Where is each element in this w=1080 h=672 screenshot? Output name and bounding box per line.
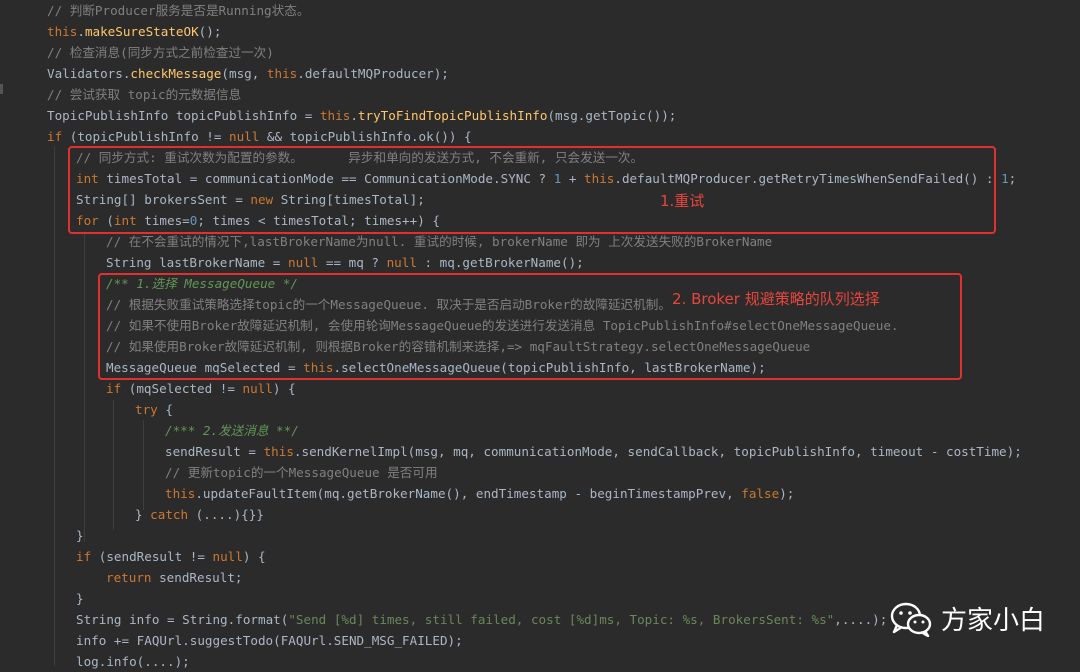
code-line: String lastBrokerName = null == mq ? nul… [106, 252, 584, 273]
punct: . [77, 24, 85, 39]
kw-this: this [165, 486, 196, 501]
code-text: .sendKernelImpl(msg, mq, communicationMo… [293, 444, 1022, 459]
code-text: (FAQUrl.SEND_MSG_FAILED); [273, 633, 463, 648]
wechat-icon [890, 602, 932, 637]
code-text: ; [1008, 171, 1017, 186]
code-text: .updateFaultItem(mq.getBrokerName(), end… [195, 486, 742, 501]
punct: (); [198, 24, 222, 39]
broker-strategy-annotation: 2. Broker 规避策略的队列选择 [672, 290, 880, 308]
code-line: // 判断Producer服务是否是Running状态。 [47, 0, 309, 21]
code-text: (msg, [221, 66, 267, 81]
code-comment: // 尝试获取 topic的元数据信息 [47, 87, 242, 102]
retry-highlight-box [68, 146, 996, 234]
code-line: if (mqSelected != null) { [106, 378, 296, 399]
code-text: Validators. [47, 66, 131, 81]
code-text: log.info(....); [76, 654, 190, 669]
code-text: == mq ? [318, 255, 387, 270]
kw-null: null [242, 381, 273, 396]
indent-guide [113, 400, 114, 530]
method-name: checkMessage [130, 66, 222, 81]
code-text: (topicPublishInfo != [62, 129, 229, 144]
method-name: format [235, 612, 281, 627]
kw-if: if [106, 381, 122, 396]
code-text: && topicPublishInfo.ok()) { [259, 129, 472, 144]
kw-if: if [76, 549, 92, 564]
code-text: (mqSelected != [121, 381, 243, 396]
code-line: if (sendResult != null) { [76, 546, 266, 567]
number-literal: 1 [1001, 171, 1009, 186]
kw-null: null [228, 129, 260, 144]
watermark-text: 方家小白 [941, 606, 1046, 636]
method-name: suggestTodo [189, 633, 274, 648]
code-text: } [76, 528, 84, 543]
code-line: } catch (....){}} [135, 504, 264, 525]
indent-guide [84, 232, 85, 542]
code-text: ,....); [834, 612, 888, 627]
code-line: } [76, 588, 84, 609]
kw-catch: catch [150, 507, 189, 522]
code-line: // 尝试获取 topic的元数据信息 [47, 84, 241, 105]
code-line: this.updateFaultItem(mq.getBrokerName(),… [165, 483, 794, 504]
code-line: try { [135, 399, 173, 420]
code-comment: // 判断Producer服务是否是Running状态。 [47, 3, 310, 18]
code-line: } [76, 525, 84, 546]
retry-annotation: 1.重试 [660, 192, 705, 210]
method-name: makeSureStateOK [84, 24, 199, 39]
code-text: : mq.getBrokerName(); [416, 255, 584, 270]
code-line: info += FAQUrl.suggestTodo(FAQUrl.SEND_M… [76, 630, 463, 651]
code-text: sendResult; [151, 570, 243, 585]
code-line: this.makeSureStateOK(); [47, 21, 221, 42]
code-text: } [76, 591, 84, 606]
code-text: info += FAQUrl. [76, 633, 190, 648]
code-line: // 检查消息(同步方式之前检查过一次) [47, 42, 274, 63]
watermark: 方家小白 [889, 600, 1045, 637]
code-line: // 更新topic的一个MessageQueue 是否可用 [165, 462, 438, 483]
code-line: /*** 2.发送消息 **/ [165, 420, 299, 441]
indent-guide [54, 146, 55, 666]
code-text: { [157, 402, 173, 417]
code-comment: // 更新topic的一个MessageQueue 是否可用 [165, 465, 438, 480]
code-text: ) { [242, 549, 266, 564]
kw-null: null [386, 255, 417, 270]
kw-null: null [287, 255, 319, 270]
kw-return: return [106, 570, 152, 585]
code-text: (sendResult != [91, 549, 213, 564]
method-name: tryToFindTopicPublishInfo [357, 108, 548, 123]
code-text: String lastBrokerName = [106, 255, 288, 270]
kw-null: null [212, 549, 243, 564]
code-line: log.info(....); [76, 651, 190, 672]
kw-false: false [741, 486, 780, 501]
kw-this: this [266, 66, 298, 81]
code-comment: // 检查消息(同步方式之前检查过一次) [47, 45, 274, 60]
fold-marker[interactable] [0, 84, 3, 94]
code-text: ) { [272, 381, 296, 396]
code-line: // 在不会重试的情况下,lastBrokerName为null. 重试的时候,… [106, 231, 772, 252]
code-text: . [350, 108, 358, 123]
code-text: sendResult = [165, 444, 264, 459]
code-text: (msg.getTopic()); [547, 108, 677, 123]
kw-this: this [319, 108, 351, 123]
code-comment: // 在不会重试的情况下,lastBrokerName为null. 重试的时候,… [106, 234, 773, 249]
doc-comment: /*** 2.发送消息 **/ [165, 423, 299, 438]
kw-if: if [47, 129, 63, 144]
code-line: TopicPublishInfo topicPublishInfo = this… [47, 105, 676, 126]
code-text: } [135, 507, 151, 522]
code-line: sendResult = this.sendKernelImpl(msg, mq… [165, 441, 1022, 462]
code-text: (....){}} [188, 507, 264, 522]
indent-guide [143, 420, 144, 510]
code-line: Validators.checkMessage(msg, this.defaul… [47, 63, 449, 84]
code-line: if (topicPublishInfo != null && topicPub… [47, 126, 472, 147]
kw-this: this [47, 24, 78, 39]
code-text: TopicPublishInfo topicPublishInfo = [47, 108, 320, 123]
kw-try: try [135, 402, 158, 417]
code-line: String info = String.format("Send [%d] t… [76, 609, 887, 630]
string-literal: "Send [%d] times, still failed, cost [%d… [288, 612, 835, 627]
code-text: ); [779, 486, 795, 501]
editor-gutter [0, 0, 32, 670]
kw-this: this [263, 444, 294, 459]
code-line: return sendResult; [106, 567, 243, 588]
code-text: .defaultMQProducer); [297, 66, 449, 81]
code-text: String info = String. [76, 612, 236, 627]
